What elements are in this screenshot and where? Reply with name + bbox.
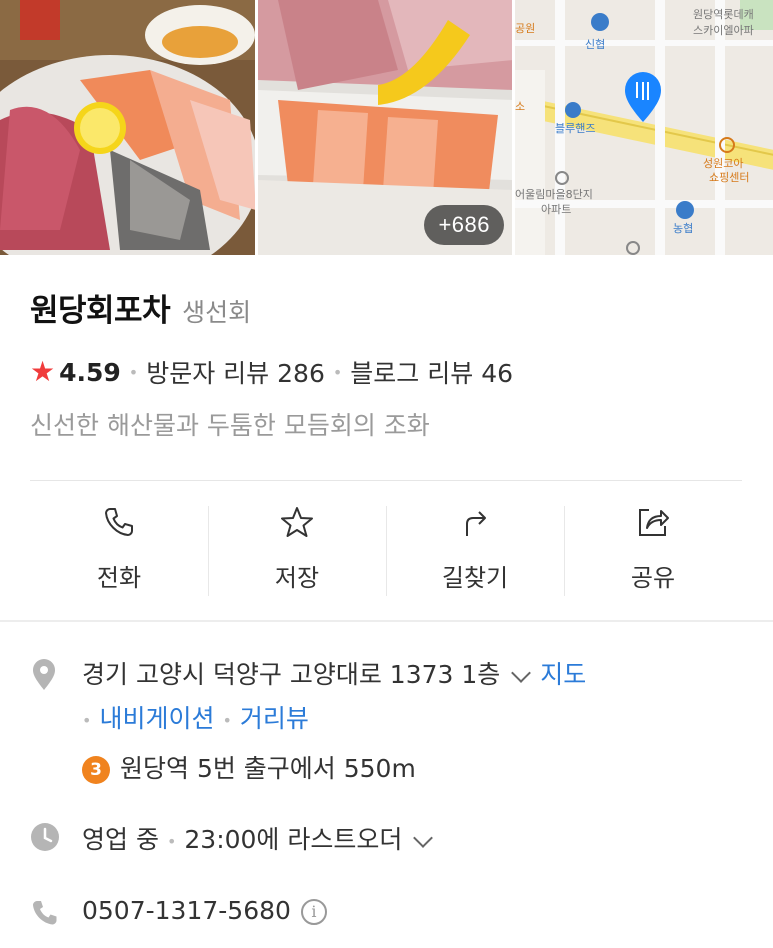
visitor-reviews-link[interactable]: 방문자 리뷰 286: [146, 354, 325, 390]
separator-dot: •: [128, 362, 139, 382]
subway-line-badge: 3: [82, 756, 110, 784]
map-label-apartment-b: 아파트: [541, 203, 572, 216]
location-map[interactable]: 공원 신협 원당역롯데캐 스카이엘아파 소 블루핸즈 성원코아 쇼핑센터 어울림…: [515, 0, 773, 255]
star-outline-icon: [281, 507, 313, 537]
phone-section: 0507-1317-5680 i: [30, 896, 770, 936]
directions-arrow-icon: [466, 511, 486, 536]
divider: [30, 480, 742, 481]
map-link[interactable]: 지도: [540, 660, 586, 689]
blog-reviews-link[interactable]: 블로그 리뷰 46: [350, 354, 513, 390]
phone-number[interactable]: 0507-1317-5680: [82, 896, 291, 925]
address-text: 경기 고양시 덕양구 고양대로 1373 1층: [82, 660, 501, 689]
share-label: 공유: [630, 564, 676, 592]
navigation-link[interactable]: 내비게이션: [99, 704, 214, 733]
call-label: 전화: [96, 564, 142, 592]
photo-gallery: +686 공원 신협 원당역롯데캐 스카이엘아파 소 블루핸즈 성원코아 쇼핑센…: [0, 0, 773, 255]
place-category: 생선회: [182, 298, 252, 327]
hours-detail: 23:00에 라스트오더: [184, 825, 403, 854]
map-label-seongwon-b: 쇼핑센터: [709, 171, 750, 184]
photo-sashimi-1[interactable]: [0, 0, 255, 255]
hours-section: 영업 중 • 23:00에 라스트오더: [30, 820, 770, 860]
share-button[interactable]: 공유: [564, 490, 742, 602]
call-button[interactable]: 전화: [30, 490, 208, 602]
separator-dot: •: [166, 831, 177, 851]
map-label-apt-a: 원당역롯데캐: [693, 8, 754, 21]
save-label: 저장: [274, 564, 320, 592]
separator-dot: •: [222, 710, 232, 730]
map-label-nonghyup: 농협: [673, 222, 694, 235]
map-label-park: 공원: [515, 22, 536, 35]
street-view-link[interactable]: 거리뷰: [240, 704, 309, 733]
place-name: 원당회포차: [30, 293, 171, 329]
expand-chevron-icon[interactable]: [413, 828, 434, 848]
photo-sashimi-2[interactable]: +686: [258, 0, 512, 255]
subway-info: 3 원당역 5번 출구에서 550m: [82, 749, 416, 785]
address-section: 경기 고양시 덕양구 고양대로 1373 1층 지도 • 내비게이션 • 거리뷰 3 원당…: [30, 655, 770, 795]
map-label-apt-b: 스카이엘아파: [693, 24, 754, 37]
save-button[interactable]: 저장: [208, 490, 386, 602]
phone-icon: [105, 508, 133, 536]
action-bar: 전화 저장 길찾기 공유: [30, 490, 742, 602]
directions-label: 길찾기: [441, 564, 509, 592]
address-line: 경기 고양시 덕양구 고양대로 1373 1층 지도: [82, 655, 586, 691]
separator-dot: •: [332, 362, 343, 382]
hours-line[interactable]: 영업 중 • 23:00에 라스트오더: [82, 820, 442, 856]
info-icon[interactable]: i: [300, 899, 327, 925]
subway-text: 원당역 5번 출구에서 550m: [120, 754, 416, 783]
stats-row: ★ 4.59 • 방문자 리뷰 286 • 블로그 리뷰 46: [30, 354, 750, 390]
map-label-edge: 소: [515, 100, 526, 113]
expand-chevron-icon[interactable]: [511, 663, 532, 683]
section-divider: [0, 620, 773, 622]
place-summary: 원당회포차 생선회 ★ 4.59 • 방문자 리뷰 286 • 블로그 리뷰 4…: [30, 285, 750, 442]
share-icon: [639, 509, 669, 536]
separator-dot: •: [82, 710, 92, 730]
phone-line: 0507-1317-5680 i: [82, 896, 327, 925]
map-label-bluehands: 블루핸즈: [555, 122, 596, 135]
star-icon: ★: [30, 355, 56, 388]
phone-solid-icon: [33, 901, 57, 925]
rating-value: 4.59: [59, 357, 121, 387]
address-links: • 내비게이션 • 거리뷰: [82, 699, 309, 735]
place-tagline: 신선한 해산물과 두툼한 모듬회의 조화: [30, 411, 430, 440]
map-label-seongwon-a: 성원코아: [703, 157, 744, 170]
hours-status: 영업 중: [82, 825, 159, 854]
map-label-apartment-a: 어울림마을8단지: [515, 188, 593, 201]
clock-icon: [31, 823, 59, 851]
directions-button[interactable]: 길찾기: [386, 490, 564, 602]
map-label-shinhyup: 신협: [585, 38, 606, 51]
more-photos-badge[interactable]: +686: [424, 205, 504, 245]
location-pin-icon: [33, 659, 55, 690]
